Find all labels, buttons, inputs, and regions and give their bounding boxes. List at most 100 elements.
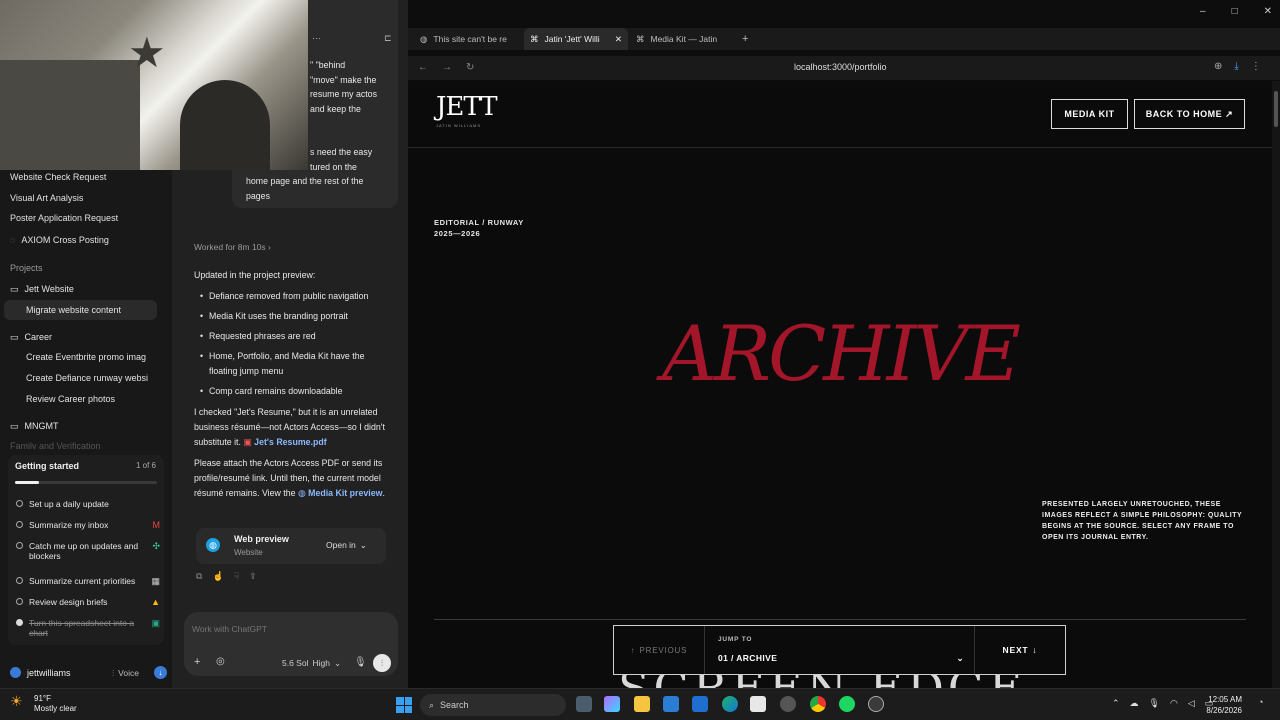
page-scrollbar-track[interactable] (1272, 81, 1280, 688)
project-career[interactable]: ▭ Career (10, 332, 52, 343)
chat-input[interactable] (192, 622, 382, 636)
back-icon[interactable]: ← (418, 62, 428, 73)
worked-for-label[interactable]: Worked for 8m 10s › (194, 240, 389, 255)
volume-icon[interactable]: ◁ (1188, 698, 1195, 709)
forward-icon[interactable]: → (442, 62, 452, 73)
jump-to-select[interactable]: 01 / ARCHIVE ⌄ (718, 653, 964, 664)
menu-icon[interactable]: ⋮ (1251, 61, 1261, 72)
slack-icon: ✣ (152, 541, 160, 551)
chatgpt-icon[interactable] (868, 696, 884, 712)
cloud-icon[interactable]: ☁ (1130, 698, 1139, 709)
snipping-tool-icon[interactable] (750, 696, 766, 712)
copilot-icon[interactable] (604, 696, 620, 712)
taskbar-search[interactable]: ⌕ Search (420, 694, 566, 716)
task-catch-up[interactable]: Catch me up on updates and blockers ✣ (16, 541, 166, 561)
new-tab-icon[interactable]: + (742, 28, 748, 50)
sidebar-item-website-check[interactable]: Website Check Request (10, 172, 106, 182)
start-button[interactable] (396, 697, 412, 713)
spotify-icon[interactable] (839, 696, 855, 712)
window-controls: – □ ✕ (1200, 6, 1272, 17)
share-icon[interactable]: ⇪ (249, 571, 257, 582)
store-icon[interactable] (663, 696, 679, 712)
minimize-icon[interactable]: – (1200, 6, 1206, 17)
tools-icon[interactable]: ◎ (216, 656, 225, 667)
close-icon[interactable]: ✕ (615, 34, 622, 45)
project-mngmt[interactable]: ▭ MNGMT (10, 421, 59, 432)
browser-actions: ⊕ ⤓ ⋮ (1214, 61, 1261, 72)
web-preview-card[interactable]: ◍ Web preview Website Open in ⌄ (196, 528, 386, 564)
close-icon[interactable]: ✕ (1264, 6, 1272, 17)
previous-button[interactable]: ↑ PREVIOUS (614, 626, 704, 674)
tab-portfolio[interactable]: ⌘ Jatin 'Jett' Willi ✕ (524, 28, 628, 50)
tab-error[interactable]: ◍ This site can't be re (420, 28, 507, 50)
app-icon[interactable] (780, 696, 796, 712)
tab-media-kit[interactable]: ⌘ Media Kit — Jatin (636, 28, 717, 50)
outlook-icon[interactable] (692, 696, 708, 712)
media-kit-preview-link[interactable]: Media Kit preview (308, 488, 382, 498)
task-spreadsheet[interactable]: Turn this spreadsheet into a chart ▣ (16, 618, 166, 638)
webcam-couch-shape (0, 60, 140, 170)
message-line: tured on the (310, 161, 357, 172)
media-kit-button[interactable]: MEDIA KIT (1051, 99, 1128, 129)
next-button[interactable]: NEXT ↓ (975, 626, 1065, 674)
sidebar-item-poster[interactable]: Poster Application Request (10, 213, 118, 223)
back-to-home-button[interactable]: BACK TO HOME ↗ (1134, 99, 1245, 129)
plus-icon[interactable]: + (194, 656, 200, 668)
radio-icon (16, 598, 23, 605)
bullet-text: Requested phrases are red (209, 331, 316, 341)
chevron-up-icon[interactable]: ⌃ (1112, 698, 1120, 709)
sidebar-item-career-photos[interactable]: Review Career photos (26, 394, 115, 404)
task-view-icon[interactable] (576, 696, 592, 712)
microphone-icon[interactable]: 🎙 (1149, 698, 1160, 709)
maximize-icon[interactable]: □ (1232, 6, 1238, 17)
microphone-icon[interactable]: 🎙 (354, 657, 367, 668)
page-scrollbar-thumb[interactable] (1274, 91, 1278, 127)
user-profile[interactable]: jettwilliams (10, 667, 71, 678)
extension-icon[interactable]: ⊕ (1214, 61, 1222, 72)
sidebar-item-eventbrite[interactable]: Create Eventbrite promo imag (26, 352, 156, 362)
task-inbox[interactable]: Summarize my inbox M (16, 520, 166, 530)
notification-bell-icon[interactable]: ◔ (1258, 697, 1263, 707)
webcam-overlay: ★ (0, 0, 308, 170)
search-label: Search (440, 700, 469, 710)
model-label: 5.6 Sol (282, 658, 309, 668)
clock[interactable]: 12:05 AM 8/26/2026 (1198, 694, 1242, 716)
task-priorities[interactable]: Summarize current priorities ▦ (16, 576, 166, 586)
sidebar-item-faded[interactable]: Family and Verification (10, 441, 101, 449)
sidebar-item-axiom[interactable]: ◌ AXIOM Cross Posting (10, 235, 109, 245)
weather-widget[interactable]: 91°F Mostly clear (34, 694, 77, 714)
user-message-text-a: " "behind "move" make the resume my acto… (310, 58, 390, 116)
reload-icon[interactable]: ↻ (466, 62, 474, 73)
sidebar-toggle-icon[interactable]: ⊏ (384, 33, 392, 44)
sidebar-item-migrate[interactable]: Migrate website content (26, 305, 121, 315)
chrome-icon[interactable] (810, 696, 826, 712)
task-design-briefs[interactable]: Review design briefs ▲ (16, 597, 166, 607)
sidebar-item-defiance[interactable]: Create Defiance runway websi (26, 373, 156, 383)
upload-icon[interactable]: ↓ (154, 666, 167, 679)
bullet-text: Comp card remains downloadable (209, 386, 343, 396)
thumbs-down-icon[interactable]: ☟ (234, 571, 239, 582)
project-jett-website[interactable]: ▭ Jett Website (10, 284, 74, 295)
user-message-text-b: s need the easy tured on the (310, 145, 390, 174)
radio-icon (16, 542, 23, 549)
wifi-icon[interactable]: ◠ (1170, 698, 1178, 709)
globe-icon: ◍ (206, 538, 220, 552)
resume-pdf-link[interactable]: Jet's Resume.pdf (254, 437, 327, 447)
edge-icon[interactable] (722, 696, 738, 712)
clock-time: 12:05 AM (1208, 695, 1242, 704)
task-daily-update[interactable]: Set up a daily update (16, 499, 166, 509)
bullet-item: Comp card remains downloadable (200, 384, 390, 399)
copy-icon[interactable]: ⧉ (196, 571, 202, 582)
weather-icon[interactable]: ☀ (10, 693, 23, 710)
more-icon[interactable]: ⋯ (312, 33, 321, 44)
site-logo[interactable]: JETT (436, 94, 498, 120)
thumbs-up-icon[interactable]: ☝ (212, 571, 223, 582)
voice-button[interactable]: ⫶ Voice (112, 668, 139, 679)
file-explorer-icon[interactable] (634, 696, 650, 712)
download-icon[interactable]: ⤓ (1234, 61, 1238, 72)
sidebar-item-visual-art[interactable]: Visual Art Analysis (10, 193, 83, 203)
url-field[interactable]: localhost:3000/portfolio (794, 62, 887, 72)
open-in-dropdown[interactable]: Open in ⌄ (326, 540, 367, 551)
model-selector[interactable]: 5.6 Sol High ⌄ (282, 658, 341, 669)
voice-mode-button[interactable]: ⫶ (373, 654, 391, 672)
